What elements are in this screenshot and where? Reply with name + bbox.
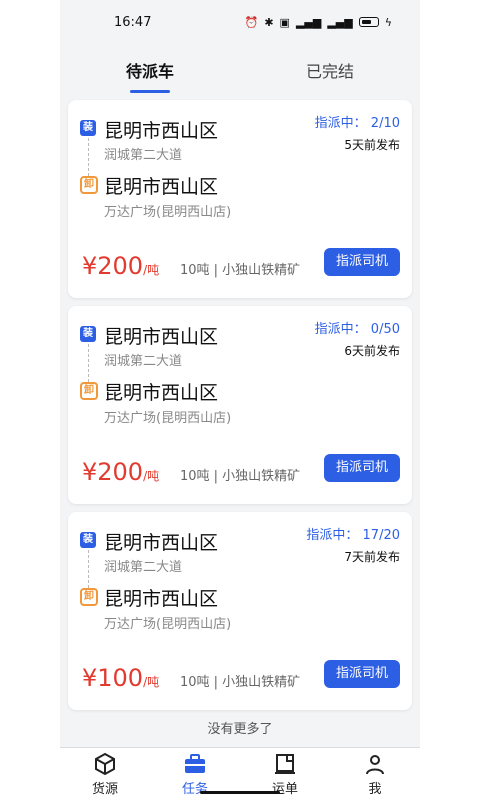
price-unit: /吨 — [143, 263, 160, 277]
home-indicator[interactable] — [200, 791, 280, 794]
origin-city: 昆明市西山区 — [104, 326, 219, 348]
unload-badge: 卸 — [80, 588, 98, 606]
load-badge: 装 — [80, 532, 96, 548]
freight-price: ¥200/吨 — [82, 252, 159, 280]
nav-goods[interactable]: 货源 — [60, 748, 150, 800]
destination-city: 昆明市西山区 — [104, 588, 219, 610]
assign-driver-button[interactable]: 指派司机 — [324, 248, 400, 276]
origin-address: 润城第二大道 — [104, 354, 183, 369]
task-card[interactable]: 装 卸 昆明市西山区 润城第二大道 昆明市西山区 万达广场(昆明西山店) 指派中… — [68, 512, 412, 710]
tab-pending-dispatch[interactable]: 待派车 — [60, 58, 240, 93]
battery-icon — [358, 17, 379, 27]
route-connector — [88, 550, 89, 588]
freight-price: ¥200/吨 — [82, 458, 159, 486]
unload-badge: 卸 — [80, 176, 98, 194]
unload-badge: 卸 — [80, 382, 98, 400]
destination-address: 万达广场(昆明西山店) — [104, 205, 232, 220]
origin-address: 润城第二大道 — [104, 148, 183, 163]
task-card[interactable]: 装 卸 昆明市西山区 润城第二大道 昆明市西山区 万达广场(昆明西山店) 指派中… — [68, 100, 412, 298]
posted-time: 5天前发布 — [344, 138, 400, 152]
load-badge: 装 — [80, 326, 96, 342]
price-unit: /吨 — [143, 675, 160, 689]
bluetooth-icon: ✱ — [264, 15, 274, 29]
status-icons: ⏰ ✱ ▣ ▂▄▆ ▂▄▆ ϟ — [245, 16, 392, 29]
cargo-spec: 10吨 | 小独山铁精矿 — [180, 469, 301, 484]
assign-driver-button[interactable]: 指派司机 — [324, 454, 400, 482]
assign-driver-button[interactable]: 指派司机 — [324, 660, 400, 688]
tab-completed[interactable]: 已完结 — [240, 58, 420, 82]
destination-city: 昆明市西山区 — [104, 176, 219, 198]
alarm-icon: ⏰ — [244, 15, 259, 29]
freight-price: ¥100/吨 — [82, 664, 159, 692]
status-bar: 16:47 ⏰ ✱ ▣ ▂▄▆ ▂▄▆ ϟ — [60, 0, 420, 44]
destination-city: 昆明市西山区 — [104, 382, 219, 404]
assign-status: 指派中： 0/50 — [314, 322, 400, 337]
waybill-icon — [275, 753, 295, 774]
price-amount: ¥200 — [82, 252, 144, 280]
price-unit: /吨 — [143, 469, 160, 483]
cargo-spec: 10吨 | 小独山铁精矿 — [180, 675, 301, 690]
cargo-spec: 10吨 | 小独山铁精矿 — [180, 263, 301, 278]
app-screen: 16:47 ⏰ ✱ ▣ ▂▄▆ ▂▄▆ ϟ 待派车 已完结 装 卸 昆明市西山区… — [60, 0, 420, 800]
task-card[interactable]: 装 卸 昆明市西山区 润城第二大道 昆明市西山区 万达广场(昆明西山店) 指派中… — [68, 306, 412, 504]
assign-status: 指派中： 17/20 — [306, 528, 400, 543]
hd-icon: ▣ — [279, 15, 290, 29]
charging-icon: ϟ — [384, 15, 392, 29]
price-amount: ¥200 — [82, 458, 144, 486]
signal-icon: ▂▄▆ — [295, 15, 322, 29]
briefcase-icon — [185, 753, 205, 773]
destination-address: 万达广场(昆明西山店) — [104, 411, 232, 426]
route-connector — [88, 138, 89, 176]
assign-status: 指派中： 2/10 — [314, 116, 400, 131]
signal-icon: ▂▄▆ — [327, 15, 353, 29]
bottom-nav: 货源 任务 运单 我 — [60, 747, 420, 800]
nav-me-label: 我 — [368, 781, 382, 797]
box-icon — [95, 752, 115, 775]
posted-time: 7天前发布 — [344, 550, 400, 564]
nav-goods-label: 货源 — [91, 781, 118, 797]
route-connector — [88, 344, 89, 382]
origin-address: 润城第二大道 — [104, 560, 183, 575]
load-badge: 装 — [80, 120, 96, 136]
destination-address: 万达广场(昆明西山店) — [104, 617, 232, 632]
origin-city: 昆明市西山区 — [104, 532, 219, 554]
no-more-text: 没有更多了 — [207, 722, 273, 737]
tab-bar: 待派车 已完结 — [60, 44, 420, 93]
nav-me[interactable]: 我 — [330, 748, 420, 800]
posted-time: 6天前发布 — [344, 344, 400, 358]
origin-city: 昆明市西山区 — [104, 120, 219, 142]
task-list: 装 卸 昆明市西山区 润城第二大道 昆明市西山区 万达广场(昆明西山店) 指派中… — [60, 92, 420, 737]
status-time: 16:47 — [114, 14, 152, 30]
user-icon — [366, 754, 384, 774]
price-amount: ¥100 — [82, 664, 144, 692]
